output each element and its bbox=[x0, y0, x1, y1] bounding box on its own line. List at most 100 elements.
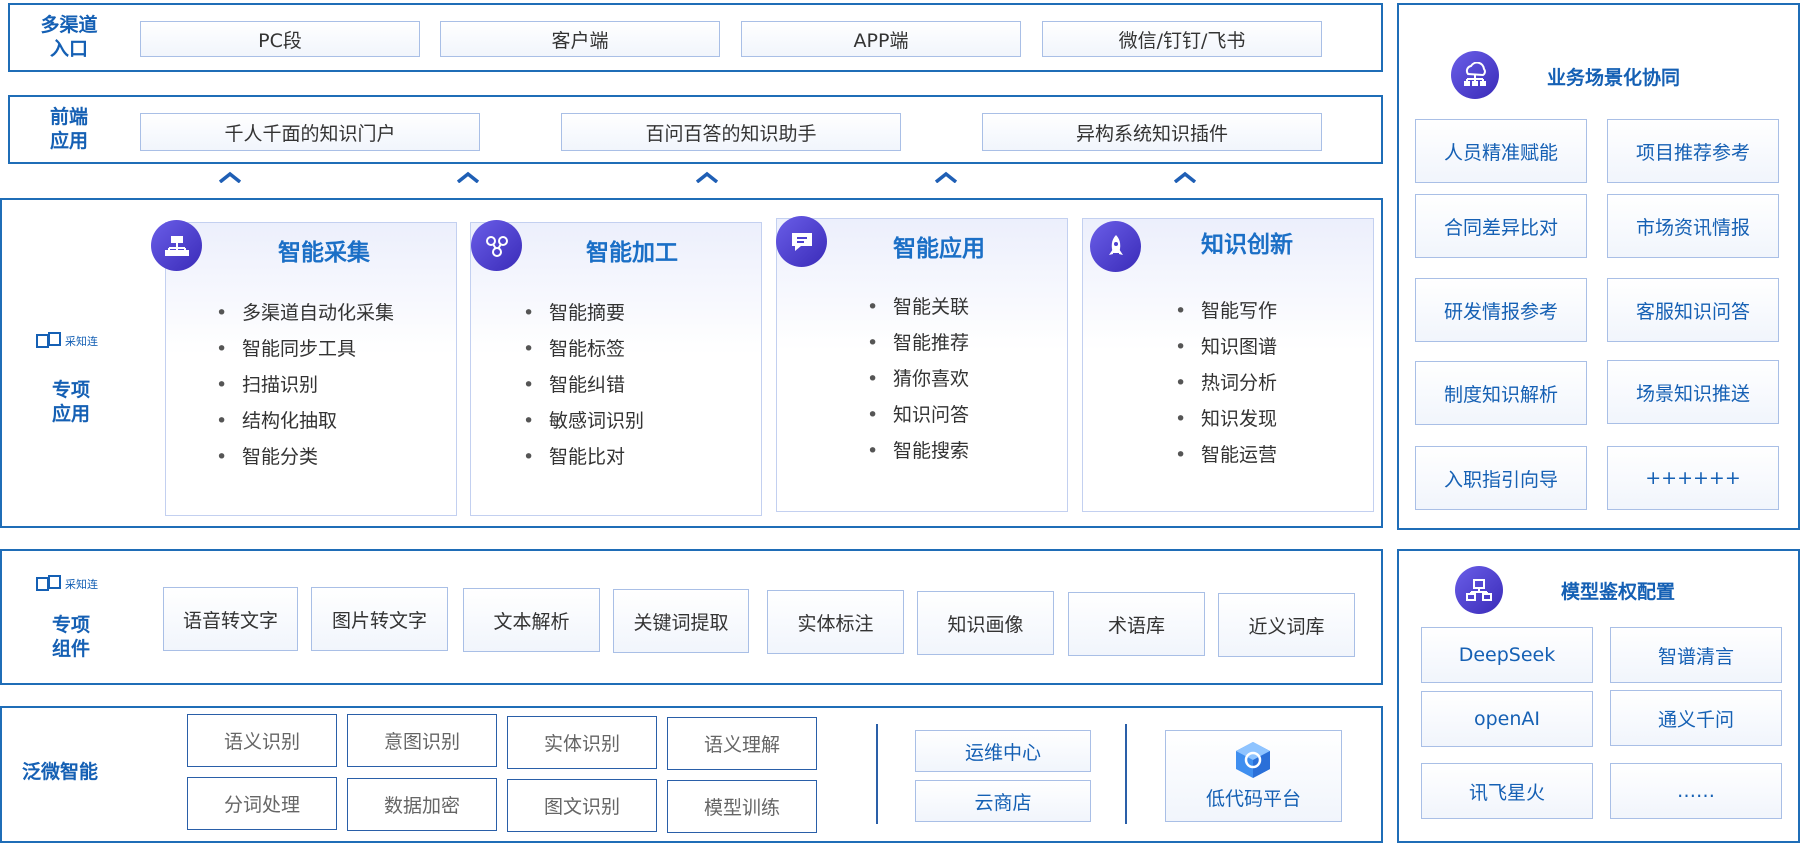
logo-text: 采知连 bbox=[65, 578, 98, 591]
special-app-row-label: 专项 应用 bbox=[51, 379, 90, 425]
model-item-more[interactable]: …… bbox=[1610, 763, 1782, 819]
list-item: 智能摘要 bbox=[523, 295, 644, 331]
entry-im[interactable]: 微信/钉钉/飞书 bbox=[1042, 21, 1322, 57]
model-panel: 模型鉴权配置 DeepSeek 智谱清言 openAI 通义千问 讯飞星火 …… bbox=[1397, 549, 1800, 843]
base-row: 泛微智能 语义识别 意图识别 实体识别 语义理解 分词处理 数据加密 图文识别 … bbox=[0, 706, 1383, 843]
entry-row-label: 多渠道 入口 bbox=[40, 14, 98, 60]
list-item: 多渠道自动化采集 bbox=[216, 295, 394, 331]
card-title: 智能加工 bbox=[586, 240, 678, 266]
list-item: 猜你喜欢 bbox=[867, 361, 969, 397]
entry-row: 多渠道 入口 PC段 客户端 APP端 微信/钉钉/飞书 bbox=[8, 3, 1383, 72]
scenario-item[interactable]: 合同差异比对 bbox=[1415, 194, 1587, 258]
entry-pc[interactable]: PC段 bbox=[140, 21, 420, 57]
sitemap-icon bbox=[151, 220, 202, 271]
entry-client[interactable]: 客户端 bbox=[440, 21, 720, 57]
card-title: 知识创新 bbox=[1201, 232, 1293, 258]
component-row: 采知连 专项 组件 语音转文字 图片转文字 文本解析 关键词提取 实体标注 知识… bbox=[0, 549, 1383, 685]
chevron-up-icon bbox=[219, 171, 241, 183]
base-semantic-understanding[interactable]: 语义理解 bbox=[667, 717, 817, 770]
base-semantic-recognition[interactable]: 语义识别 bbox=[187, 714, 337, 767]
scenario-item[interactable]: 市场资讯情报 bbox=[1607, 194, 1779, 258]
scenario-item[interactable]: 场景知识推送 bbox=[1607, 360, 1779, 424]
divider bbox=[876, 724, 878, 824]
card-collect[interactable]: 智能采集 多渠道自动化采集 智能同步工具 扫描识别 结构化抽取 智能分类 bbox=[165, 222, 457, 516]
base-image-text[interactable]: 图文识别 bbox=[507, 779, 657, 832]
base-encryption[interactable]: 数据加密 bbox=[347, 778, 497, 831]
list-item: 智能同步工具 bbox=[216, 331, 394, 367]
entry-app[interactable]: APP端 bbox=[741, 21, 1021, 57]
list-item: 热词分析 bbox=[1175, 365, 1277, 401]
cloud-store[interactable]: 云商店 bbox=[915, 780, 1091, 822]
list-item: 知识问答 bbox=[867, 397, 969, 433]
base-tokenize[interactable]: 分词处理 bbox=[187, 777, 337, 830]
component-terminology[interactable]: 术语库 bbox=[1068, 592, 1205, 656]
frontend-plugin[interactable]: 异构系统知识插件 bbox=[982, 113, 1322, 151]
model-item[interactable]: openAI bbox=[1421, 691, 1593, 747]
list-item: 扫描识别 bbox=[216, 367, 394, 403]
chevron-up-icon bbox=[1174, 171, 1196, 183]
model-item[interactable]: DeepSeek bbox=[1421, 627, 1593, 683]
base-model-training[interactable]: 模型训练 bbox=[667, 780, 817, 833]
card-title: 智能采集 bbox=[278, 240, 370, 266]
component-synonym[interactable]: 近义词库 bbox=[1218, 593, 1355, 657]
component-image-to-text[interactable]: 图片转文字 bbox=[311, 587, 448, 651]
list-item: 智能分类 bbox=[216, 439, 394, 475]
model-item[interactable]: 通义千问 bbox=[1610, 690, 1782, 746]
list-item: 智能推荐 bbox=[867, 325, 969, 361]
component-row-label: 专项 组件 bbox=[51, 614, 90, 660]
base-intent-recognition[interactable]: 意图识别 bbox=[347, 714, 497, 767]
model-title: 模型鉴权配置 bbox=[1561, 581, 1676, 603]
caizhilian-logo-icon bbox=[36, 575, 61, 591]
chat-icon bbox=[776, 216, 827, 267]
cube-icon bbox=[1236, 742, 1270, 778]
scenario-item[interactable]: 客服知识问答 bbox=[1607, 278, 1779, 342]
network-nodes-icon bbox=[471, 220, 522, 271]
model-item[interactable]: 智谱清言 bbox=[1610, 627, 1782, 683]
component-knowledge-profile[interactable]: 知识画像 bbox=[917, 591, 1054, 655]
list-item: 智能写作 bbox=[1175, 293, 1277, 329]
component-speech-to-text[interactable]: 语音转文字 bbox=[163, 587, 298, 651]
list-item: 智能比对 bbox=[523, 439, 644, 475]
rocket-icon bbox=[1090, 221, 1141, 272]
chevron-up-icon bbox=[935, 171, 957, 183]
model-item[interactable]: 讯飞星火 bbox=[1421, 763, 1593, 819]
component-text-parse[interactable]: 文本解析 bbox=[463, 588, 600, 652]
special-app-row: 采知连 专项 应用 智能采集 多渠道自动化采集 智能同步工具 扫描识别 结构化抽… bbox=[0, 198, 1383, 528]
list-item: 结构化抽取 bbox=[216, 403, 394, 439]
caizhilian-logo: 采知连 bbox=[36, 332, 98, 350]
cloud-network-icon bbox=[1451, 51, 1499, 99]
frontend-assistant[interactable]: 百问百答的知识助手 bbox=[561, 113, 901, 151]
ops-center[interactable]: 运维中心 bbox=[915, 730, 1091, 772]
logo-text: 采知连 bbox=[65, 335, 98, 348]
frontend-row: 前端 应用 千人千面的知识门户 百问百答的知识助手 异构系统知识插件 bbox=[8, 95, 1383, 164]
divider bbox=[1125, 724, 1127, 824]
caizhilian-logo-icon bbox=[36, 332, 61, 348]
scenario-item[interactable]: 人员精准赋能 bbox=[1415, 119, 1587, 183]
frontend-portal[interactable]: 千人千面的知识门户 bbox=[140, 113, 480, 151]
card-process[interactable]: 智能加工 智能摘要 智能标签 智能纠错 敏感词识别 智能比对 bbox=[470, 222, 762, 516]
scenario-panel: 业务场景化协同 人员精准赋能 项目推荐参考 合同差异比对 市场资讯情报 研发情报… bbox=[1397, 3, 1800, 530]
frontend-row-label: 前端 应用 bbox=[49, 106, 88, 152]
caizhilian-logo: 采知连 bbox=[36, 575, 98, 593]
scenario-item[interactable]: 项目推荐参考 bbox=[1607, 119, 1779, 183]
component-keyword-extract[interactable]: 关键词提取 bbox=[613, 589, 749, 653]
scenario-item[interactable]: 入职指引向导 bbox=[1415, 446, 1587, 510]
base-row-label: 泛微智能 bbox=[22, 761, 99, 783]
list-item: 智能标签 bbox=[523, 331, 644, 367]
list-item: 智能运营 bbox=[1175, 437, 1277, 473]
scenario-title: 业务场景化协同 bbox=[1547, 67, 1681, 89]
list-item: 知识图谱 bbox=[1175, 329, 1277, 365]
list-item: 智能搜索 bbox=[867, 433, 969, 469]
lowcode-label: 低代码平台 bbox=[1205, 788, 1301, 810]
scenario-item[interactable]: 研发情报参考 bbox=[1415, 278, 1587, 342]
chevron-up-icon bbox=[696, 171, 718, 183]
list-item: 敏感词识别 bbox=[523, 403, 644, 439]
card-apply[interactable]: 智能应用 智能关联 智能推荐 猜你喜欢 知识问答 智能搜索 bbox=[776, 218, 1068, 512]
list-item: 知识发现 bbox=[1175, 401, 1277, 437]
list-item: 智能纠错 bbox=[523, 367, 644, 403]
component-entity-tag[interactable]: 实体标注 bbox=[767, 590, 904, 654]
base-entity-recognition[interactable]: 实体识别 bbox=[507, 716, 657, 769]
scenario-item[interactable]: 制度知识解析 bbox=[1415, 361, 1587, 425]
scenario-item-more[interactable]: ++++++ bbox=[1607, 446, 1779, 510]
card-title: 智能应用 bbox=[893, 236, 985, 262]
